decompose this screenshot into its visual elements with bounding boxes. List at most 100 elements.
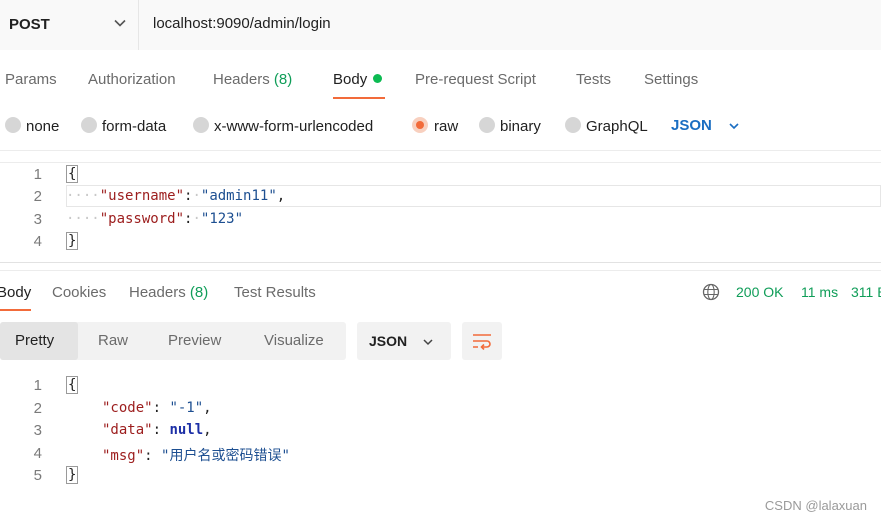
response-view-switcher: Pretty Raw Preview Visualize	[0, 322, 346, 360]
code-line: "msg": "用户名或密码错误"	[102, 445, 290, 465]
body-mode-selector: none form-data x-www-form-urlencoded raw…	[0, 108, 881, 144]
request-tabs: Params Authorization Headers (8) Body Pr…	[0, 50, 881, 100]
json-value: "用户名或密码错误"	[161, 448, 290, 464]
json-key: "code"	[102, 400, 153, 416]
tab-body[interactable]: Body	[333, 71, 383, 88]
line-number: 4	[33, 233, 42, 250]
radio-binary-label: binary	[500, 118, 541, 135]
chevron-down-icon[interactable]	[728, 120, 740, 132]
space-dot: ·	[192, 188, 201, 204]
json-key: "data"	[102, 422, 153, 438]
tab-body-label: Body	[333, 71, 368, 88]
tab-headers-label: Headers	[213, 71, 270, 88]
code-line: ····"password":·"123"	[66, 211, 243, 227]
url-bar: POST localhost:9090/admin/login	[0, 0, 881, 50]
brace-close: }	[66, 466, 79, 484]
radio-x-www-form-urlencoded[interactable]	[193, 117, 209, 133]
tab-authorization[interactable]: Authorization	[88, 71, 176, 88]
active-tab-underline	[333, 97, 385, 99]
view-preview[interactable]: Preview	[168, 332, 221, 349]
line-number: 1	[33, 377, 42, 394]
response-time[interactable]: 11 ms	[801, 284, 838, 300]
chevron-down-icon	[114, 19, 126, 27]
body-indicator-dot-icon	[373, 74, 383, 83]
indent-dots: ····	[66, 188, 100, 204]
code-line: }	[66, 232, 79, 250]
radio-form-data[interactable]	[81, 117, 97, 133]
response-tab-test-results[interactable]: Test Results	[234, 284, 316, 301]
status-code[interactable]: 200 OK	[736, 284, 783, 300]
chevron-down-icon	[423, 339, 433, 346]
json-separator: :	[144, 448, 162, 464]
json-key: "username"	[99, 188, 185, 204]
code-line: {	[66, 165, 79, 183]
wrap-lines-button[interactable]	[462, 322, 502, 360]
json-value: "123"	[200, 211, 244, 227]
code-line: "code": "-1",	[102, 400, 212, 416]
code-line: ····"username":·"admin11",	[66, 188, 285, 204]
url-input[interactable]: localhost:9090/admin/login	[153, 15, 331, 32]
radio-form-data-label: form-data	[102, 118, 167, 135]
json-comma: ,	[203, 422, 212, 438]
radio-graphql-label: GraphQL	[586, 118, 648, 135]
radio-graphql[interactable]	[565, 117, 581, 133]
indent-dots: ····	[66, 211, 100, 227]
response-format-label: JSON	[369, 333, 408, 349]
tab-headers[interactable]: Headers (8)	[213, 71, 292, 88]
tab-tests[interactable]: Tests	[576, 71, 611, 88]
radio-raw-label: raw	[434, 118, 459, 135]
json-separator: :	[152, 400, 170, 416]
response-tab-headers-count: (8)	[189, 284, 209, 301]
line-number: 4	[33, 445, 42, 462]
tab-headers-count: (8)	[273, 71, 293, 88]
watermark: CSDN @lalaxuan	[764, 498, 867, 513]
pane-divider[interactable]	[0, 262, 881, 263]
json-separator: :	[152, 422, 170, 438]
tab-params[interactable]: Params	[5, 71, 57, 88]
brace-close: }	[66, 232, 79, 250]
divider	[0, 150, 881, 151]
json-key: "msg"	[102, 448, 145, 464]
body-language-select[interactable]: JSON	[671, 117, 712, 134]
response-tab-body[interactable]: Body	[0, 284, 31, 301]
response-format-select[interactable]: JSON	[357, 322, 451, 360]
brace-open: {	[66, 376, 79, 394]
line-number: 2	[33, 400, 42, 417]
response-tab-cookies[interactable]: Cookies	[52, 284, 106, 301]
code-line: }	[66, 466, 79, 484]
divider	[0, 162, 881, 163]
globe-icon[interactable]	[702, 283, 720, 301]
radio-x-www-form-urlencoded-label: x-www-form-urlencoded	[214, 118, 374, 135]
active-response-tab-underline	[0, 309, 31, 311]
method-label: POST	[9, 16, 50, 33]
view-pretty[interactable]: Pretty	[15, 332, 54, 349]
view-visualize[interactable]: Visualize	[264, 332, 324, 349]
radio-raw[interactable]	[412, 117, 428, 133]
code-line: {	[66, 376, 79, 394]
json-value: "admin11"	[200, 188, 277, 204]
json-null: null	[169, 422, 204, 438]
line-number: 2	[33, 188, 42, 205]
response-tab-headers[interactable]: Headers (8)	[129, 284, 208, 301]
brace-open: {	[66, 165, 79, 183]
line-number: 3	[33, 211, 42, 228]
radio-none[interactable]	[5, 117, 21, 133]
json-comma: ,	[276, 188, 286, 204]
response-size[interactable]: 311 B	[851, 284, 881, 300]
json-value: "-1"	[169, 400, 204, 416]
json-comma: ,	[203, 400, 212, 416]
line-number: 5	[33, 467, 42, 484]
tab-pre-request-script[interactable]: Pre-request Script	[415, 71, 536, 88]
space-dot: ·	[192, 211, 201, 227]
line-number: 1	[33, 166, 42, 183]
method-select[interactable]: POST	[0, 0, 139, 50]
radio-binary[interactable]	[479, 117, 495, 133]
view-raw[interactable]: Raw	[98, 332, 128, 349]
radio-none-label: none	[26, 118, 60, 135]
code-line: "data": null,	[102, 422, 212, 438]
line-number: 3	[33, 422, 42, 439]
divider	[0, 270, 881, 271]
tab-settings[interactable]: Settings	[644, 71, 698, 88]
response-tab-headers-label: Headers	[129, 284, 186, 301]
wrap-lines-icon	[473, 334, 491, 350]
